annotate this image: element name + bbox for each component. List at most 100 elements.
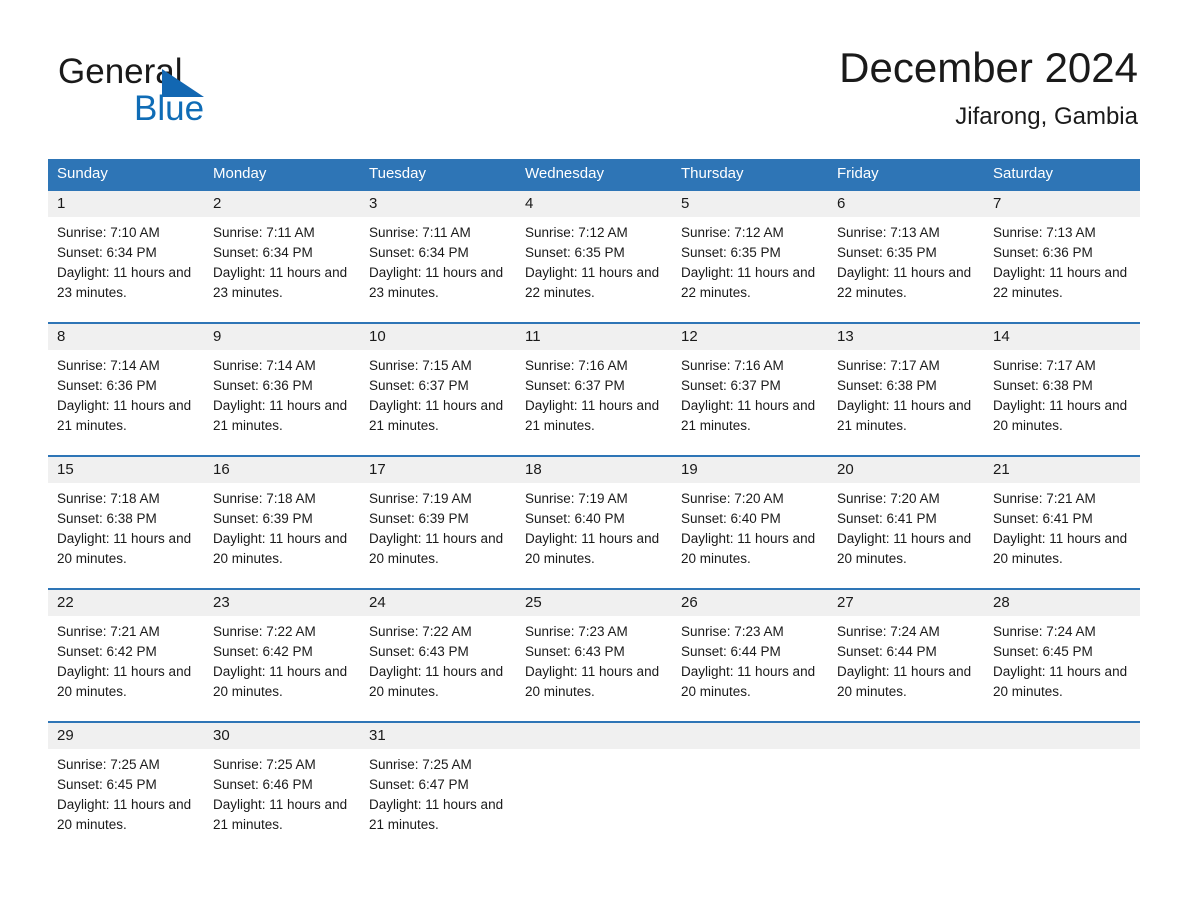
weekday-header-friday: Friday [837, 165, 879, 182]
calendar-day-cell[interactable]: 28 Sunrise: 7:24 AM Sunset: 6:45 PM Dayl… [984, 590, 1140, 721]
daylight-text: Daylight: 11 hours and 23 minutes. [369, 265, 504, 300]
day-number: 4 [516, 191, 672, 217]
sunset-text: Sunset: 6:38 PM [993, 378, 1093, 393]
calendar-day-cell[interactable]: 6 Sunrise: 7:13 AM Sunset: 6:35 PM Dayli… [828, 191, 984, 322]
day-details: Sunrise: 7:14 AM Sunset: 6:36 PM Dayligh… [204, 350, 360, 436]
sunrise-text: Sunrise: 7:21 AM [993, 491, 1096, 506]
day-details: Sunrise: 7:24 AM Sunset: 6:45 PM Dayligh… [984, 616, 1140, 702]
calendar-day-cell[interactable]: 26 Sunrise: 7:23 AM Sunset: 6:44 PM Dayl… [672, 590, 828, 721]
sunrise-text: Sunrise: 7:24 AM [993, 624, 1096, 639]
calendar-day-cell[interactable]: 21 Sunrise: 7:21 AM Sunset: 6:41 PM Dayl… [984, 457, 1140, 588]
sunset-text: Sunset: 6:45 PM [57, 777, 157, 792]
calendar-day-cell[interactable]: 29 Sunrise: 7:25 AM Sunset: 6:45 PM Dayl… [48, 723, 204, 854]
calendar-day-cell[interactable]: 24 Sunrise: 7:22 AM Sunset: 6:43 PM Dayl… [360, 590, 516, 721]
weekday-header-row: Sunday Monday Tuesday Wednesday Thursday… [48, 159, 1140, 189]
day-number: 1 [48, 191, 204, 217]
page-header: General Blue December 2024 Jifarong, Gam… [48, 42, 1138, 146]
daylight-text: Daylight: 11 hours and 20 minutes. [837, 531, 972, 566]
sunrise-text: Sunrise: 7:16 AM [525, 358, 628, 373]
day-number: 5 [672, 191, 828, 217]
daylight-text: Daylight: 11 hours and 20 minutes. [57, 797, 192, 832]
day-details: Sunrise: 7:20 AM Sunset: 6:40 PM Dayligh… [672, 483, 828, 569]
calendar-day-cell[interactable]: 30 Sunrise: 7:25 AM Sunset: 6:46 PM Dayl… [204, 723, 360, 854]
calendar-day-cell[interactable]: 1 Sunrise: 7:10 AM Sunset: 6:34 PM Dayli… [48, 191, 204, 322]
calendar-grid: Sunday Monday Tuesday Wednesday Thursday… [48, 159, 1140, 854]
calendar-day-cell[interactable]: 10 Sunrise: 7:15 AM Sunset: 6:37 PM Dayl… [360, 324, 516, 455]
calendar-day-cell[interactable]: 8 Sunrise: 7:14 AM Sunset: 6:36 PM Dayli… [48, 324, 204, 455]
daylight-text: Daylight: 11 hours and 21 minutes. [525, 398, 660, 433]
daylight-text: Daylight: 11 hours and 21 minutes. [213, 398, 348, 433]
calendar-day-cell-empty [828, 723, 984, 854]
calendar-week-row: 1 Sunrise: 7:10 AM Sunset: 6:34 PM Dayli… [48, 189, 1140, 322]
sunset-text: Sunset: 6:47 PM [369, 777, 469, 792]
calendar-day-cell[interactable]: 12 Sunrise: 7:16 AM Sunset: 6:37 PM Dayl… [672, 324, 828, 455]
calendar-day-cell[interactable]: 7 Sunrise: 7:13 AM Sunset: 6:36 PM Dayli… [984, 191, 1140, 322]
daylight-text: Daylight: 11 hours and 21 minutes. [837, 398, 972, 433]
day-number: 23 [204, 590, 360, 616]
day-number: 25 [516, 590, 672, 616]
calendar-day-cell[interactable]: 15 Sunrise: 7:18 AM Sunset: 6:38 PM Dayl… [48, 457, 204, 588]
calendar-day-cell[interactable]: 22 Sunrise: 7:21 AM Sunset: 6:42 PM Dayl… [48, 590, 204, 721]
sunset-text: Sunset: 6:34 PM [57, 245, 157, 260]
day-number [672, 723, 828, 749]
day-number: 31 [360, 723, 516, 749]
day-number: 3 [360, 191, 516, 217]
sunset-text: Sunset: 6:38 PM [57, 511, 157, 526]
calendar-day-cell[interactable]: 18 Sunrise: 7:19 AM Sunset: 6:40 PM Dayl… [516, 457, 672, 588]
daylight-text: Daylight: 11 hours and 22 minutes. [837, 265, 972, 300]
sunset-text: Sunset: 6:43 PM [525, 644, 625, 659]
weekday-header-monday: Monday [213, 165, 267, 182]
daylight-text: Daylight: 11 hours and 20 minutes. [369, 664, 504, 699]
calendar-day-cell[interactable]: 2 Sunrise: 7:11 AM Sunset: 6:34 PM Dayli… [204, 191, 360, 322]
calendar-day-cell[interactable]: 23 Sunrise: 7:22 AM Sunset: 6:42 PM Dayl… [204, 590, 360, 721]
calendar-day-cell[interactable]: 5 Sunrise: 7:12 AM Sunset: 6:35 PM Dayli… [672, 191, 828, 322]
day-details: Sunrise: 7:16 AM Sunset: 6:37 PM Dayligh… [672, 350, 828, 436]
sunrise-text: Sunrise: 7:24 AM [837, 624, 940, 639]
day-details: Sunrise: 7:11 AM Sunset: 6:34 PM Dayligh… [360, 217, 516, 303]
sunrise-text: Sunrise: 7:12 AM [525, 225, 628, 240]
calendar-day-cell[interactable]: 14 Sunrise: 7:17 AM Sunset: 6:38 PM Dayl… [984, 324, 1140, 455]
calendar-day-cell[interactable]: 3 Sunrise: 7:11 AM Sunset: 6:34 PM Dayli… [360, 191, 516, 322]
sunrise-text: Sunrise: 7:22 AM [369, 624, 472, 639]
calendar-day-cell[interactable]: 13 Sunrise: 7:17 AM Sunset: 6:38 PM Dayl… [828, 324, 984, 455]
sunrise-text: Sunrise: 7:21 AM [57, 624, 160, 639]
day-number: 20 [828, 457, 984, 483]
day-number: 13 [828, 324, 984, 350]
sunset-text: Sunset: 6:44 PM [681, 644, 781, 659]
sunset-text: Sunset: 6:39 PM [213, 511, 313, 526]
sunset-text: Sunset: 6:35 PM [681, 245, 781, 260]
day-details: Sunrise: 7:12 AM Sunset: 6:35 PM Dayligh… [516, 217, 672, 303]
calendar-day-cell[interactable]: 19 Sunrise: 7:20 AM Sunset: 6:40 PM Dayl… [672, 457, 828, 588]
day-number: 29 [48, 723, 204, 749]
calendar-day-cell[interactable]: 9 Sunrise: 7:14 AM Sunset: 6:36 PM Dayli… [204, 324, 360, 455]
day-number: 21 [984, 457, 1140, 483]
day-number: 12 [672, 324, 828, 350]
calendar-day-cell[interactable]: 16 Sunrise: 7:18 AM Sunset: 6:39 PM Dayl… [204, 457, 360, 588]
day-details [984, 749, 1140, 755]
calendar-day-cell[interactable]: 4 Sunrise: 7:12 AM Sunset: 6:35 PM Dayli… [516, 191, 672, 322]
sunset-text: Sunset: 6:40 PM [681, 511, 781, 526]
calendar-day-cell[interactable]: 27 Sunrise: 7:24 AM Sunset: 6:44 PM Dayl… [828, 590, 984, 721]
sunset-text: Sunset: 6:37 PM [525, 378, 625, 393]
day-details: Sunrise: 7:18 AM Sunset: 6:39 PM Dayligh… [204, 483, 360, 569]
daylight-text: Daylight: 11 hours and 21 minutes. [681, 398, 816, 433]
calendar-day-cell[interactable]: 25 Sunrise: 7:23 AM Sunset: 6:43 PM Dayl… [516, 590, 672, 721]
calendar-day-cell[interactable]: 20 Sunrise: 7:20 AM Sunset: 6:41 PM Dayl… [828, 457, 984, 588]
sunrise-text: Sunrise: 7:23 AM [525, 624, 628, 639]
calendar-day-cell[interactable]: 17 Sunrise: 7:19 AM Sunset: 6:39 PM Dayl… [360, 457, 516, 588]
weekday-header-sunday: Sunday [57, 165, 108, 182]
day-number: 18 [516, 457, 672, 483]
sunset-text: Sunset: 6:37 PM [681, 378, 781, 393]
sunrise-text: Sunrise: 7:13 AM [837, 225, 940, 240]
sunrise-text: Sunrise: 7:25 AM [369, 757, 472, 772]
daylight-text: Daylight: 11 hours and 21 minutes. [57, 398, 192, 433]
weekday-header-saturday: Saturday [993, 165, 1054, 182]
daylight-text: Daylight: 11 hours and 20 minutes. [681, 531, 816, 566]
day-details: Sunrise: 7:23 AM Sunset: 6:43 PM Dayligh… [516, 616, 672, 702]
calendar-day-cell[interactable]: 31 Sunrise: 7:25 AM Sunset: 6:47 PM Dayl… [360, 723, 516, 854]
daylight-text: Daylight: 11 hours and 21 minutes. [369, 797, 504, 832]
weekday-header-tuesday: Tuesday [369, 165, 426, 182]
day-number: 10 [360, 324, 516, 350]
day-number: 14 [984, 324, 1140, 350]
calendar-day-cell[interactable]: 11 Sunrise: 7:16 AM Sunset: 6:37 PM Dayl… [516, 324, 672, 455]
